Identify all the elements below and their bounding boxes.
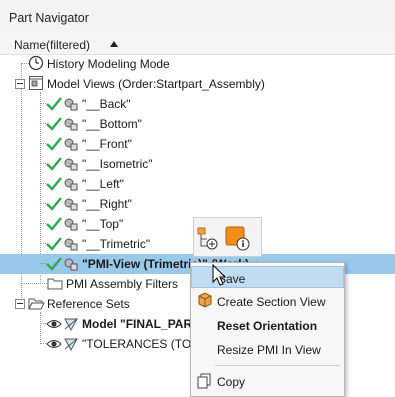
view-camera-icon	[64, 198, 78, 211]
collapse-icon[interactable]	[15, 79, 25, 89]
folder-icon	[47, 278, 63, 290]
check-icon[interactable]	[46, 197, 62, 211]
tree-item-history-mode[interactable]: History Modeling Mode	[0, 54, 395, 74]
mouse-cursor-icon	[212, 264, 227, 286]
check-icon[interactable]	[46, 97, 62, 111]
view-label: "__Bottom"	[82, 117, 142, 131]
menu-item-label: Copy	[217, 375, 246, 389]
tree-item-label: PMI Assembly Filters	[66, 277, 179, 291]
tree-item-label: Reference Sets	[47, 297, 130, 311]
check-icon[interactable]	[46, 257, 62, 271]
view-camera-icon	[64, 98, 78, 111]
view-camera-icon	[64, 138, 78, 151]
tree-item-view-right[interactable]: "__Right"	[0, 194, 395, 214]
menu-item-resize-pmi-in-view[interactable]: Resize PMI In View	[191, 338, 344, 360]
collapse-icon[interactable]	[15, 299, 25, 309]
menu-item-copy[interactable]: Copy	[191, 370, 344, 392]
check-icon[interactable]	[46, 137, 62, 151]
column-header[interactable]: Name(filtered)	[0, 36, 395, 55]
tree-item-view-front[interactable]: "__Front"	[0, 134, 395, 154]
menu-item-label: Reset Orientation	[217, 319, 318, 333]
eye-icon[interactable]	[46, 337, 62, 351]
reference-set-icon	[64, 338, 78, 352]
tree-item-label: Model "FINAL_PART"	[82, 317, 206, 331]
section-view-icon	[198, 292, 212, 308]
view-camera-icon	[64, 118, 78, 131]
check-icon[interactable]	[46, 117, 62, 131]
eye-icon[interactable]	[46, 317, 62, 331]
tree-item-model-views[interactable]: Model Views (Order:Startpart_Assembly)	[0, 74, 395, 94]
view-camera-icon	[64, 158, 78, 171]
view-label: "__Isometric"	[82, 157, 153, 171]
menu-item-create-section-view[interactable]: Create Section View	[191, 290, 344, 312]
tree-item-view-isometric[interactable]: "__Isometric"	[0, 154, 395, 174]
clock-icon	[28, 55, 44, 71]
check-icon[interactable]	[46, 217, 62, 231]
view-label: "__Front"	[82, 137, 132, 151]
column-header-label: Name(filtered)	[14, 38, 91, 52]
sort-ascending-icon	[110, 41, 118, 47]
reference-set-icon	[64, 318, 78, 332]
folder-open-icon	[28, 298, 45, 310]
view-camera-icon	[64, 238, 78, 251]
menu-item-reset-orientation[interactable]: Reset Orientation	[191, 314, 344, 336]
add-view-icon[interactable]	[197, 227, 219, 251]
menu-item-label: Resize PMI In View	[217, 343, 321, 357]
navigator-title: Part Navigator	[9, 11, 89, 25]
tree-item-view-back[interactable]: "__Back"	[0, 94, 395, 114]
view-camera-icon	[64, 258, 78, 271]
view-label: "__Back"	[82, 97, 131, 111]
check-icon[interactable]	[46, 157, 62, 171]
view-label: "__Trimetric"	[82, 237, 151, 251]
view-label: "__Left"	[82, 177, 124, 191]
menu-separator	[215, 365, 340, 366]
view-label: "__Top"	[82, 217, 124, 231]
model-views-icon	[29, 76, 43, 90]
menu-item-label: Create Section View	[217, 295, 326, 309]
tree-item-view-bottom[interactable]: "__Bottom"	[0, 114, 395, 134]
navigator-titlebar: Part Navigator	[0, 0, 395, 37]
copy-icon	[197, 373, 211, 389]
mini-toolbar	[193, 217, 262, 257]
view-camera-icon	[64, 178, 78, 191]
view-camera-icon	[64, 218, 78, 231]
tree-item-view-left[interactable]: "__Left"	[0, 174, 395, 194]
check-icon[interactable]	[46, 237, 62, 251]
tree-item-label: Model Views (Order:Startpart_Assembly)	[47, 77, 265, 91]
view-label: "__Right"	[82, 197, 132, 211]
tree-item-label: History Modeling Mode	[47, 57, 170, 71]
check-icon[interactable]	[46, 177, 62, 191]
view-information-icon[interactable]	[225, 226, 251, 252]
